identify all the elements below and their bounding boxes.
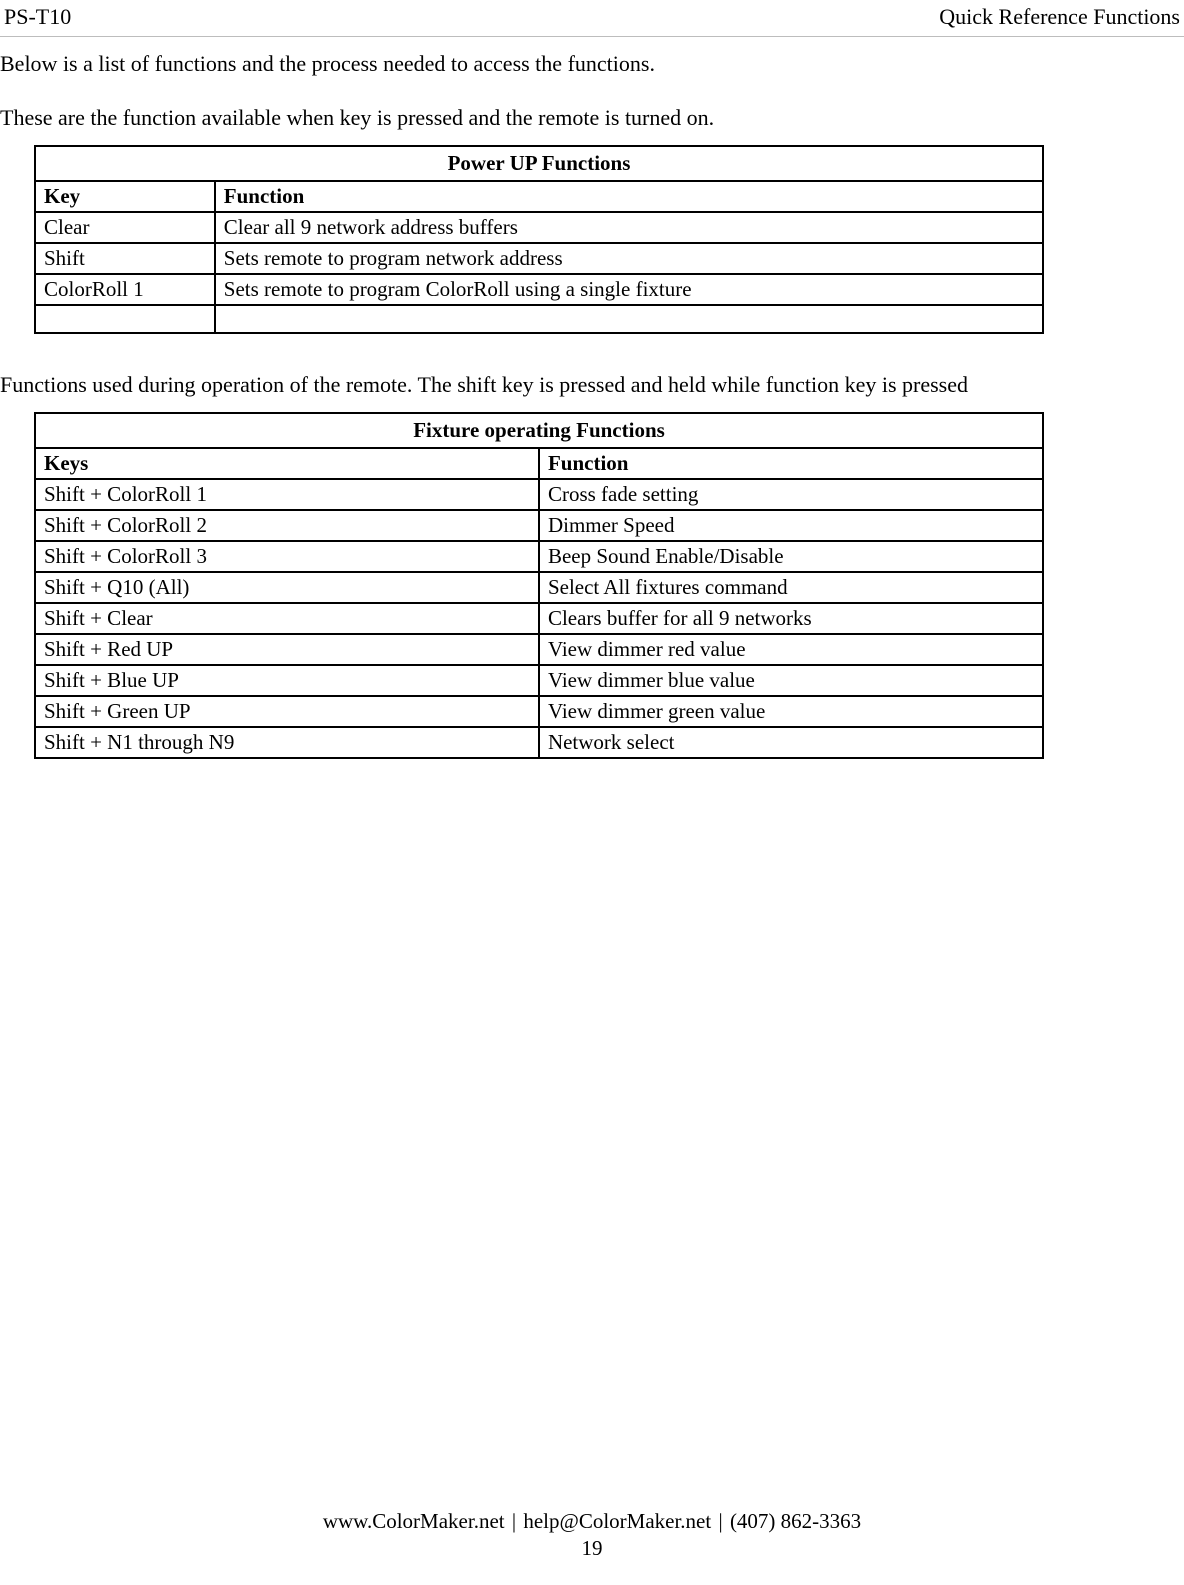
table1-title: Power UP Functions <box>35 146 1043 181</box>
page-header: PS-T10 Quick Reference Functions <box>0 0 1184 37</box>
table-row: Shift + Clear Clears buffer for all 9 ne… <box>35 603 1043 634</box>
table-row: Shift + ColorRoll 2 Dimmer Speed <box>35 510 1043 541</box>
cell-key: Clear <box>35 212 215 243</box>
page-footer: www.ColorMaker.net | help@ColorMaker.net… <box>0 1509 1184 1561</box>
table-row: Clear Clear all 9 network address buffer… <box>35 212 1043 243</box>
cell-key: Shift + Blue UP <box>35 665 539 696</box>
table-row: ColorRoll 1 Sets remote to program Color… <box>35 274 1043 305</box>
cell-function: Clear all 9 network address buffers <box>215 212 1043 243</box>
table2-col2-header: Function <box>539 448 1043 479</box>
table2-col1-header: Keys <box>35 448 539 479</box>
cell-key: Shift <box>35 243 215 274</box>
cell-function: Sets remote to program ColorRoll using a… <box>215 274 1043 305</box>
footer-website: www.ColorMaker.net <box>323 1509 505 1533</box>
cell-key: Shift + ColorRoll 3 <box>35 541 539 572</box>
cell-key: Shift + Green UP <box>35 696 539 727</box>
footer-separator: | <box>718 1509 722 1533</box>
cell-key: Shift + Red UP <box>35 634 539 665</box>
cell-function: Beep Sound Enable/Disable <box>539 541 1043 572</box>
table-row: Shift + Red UP View dimmer red value <box>35 634 1043 665</box>
intro-paragraph: Below is a list of functions and the pro… <box>0 51 1180 77</box>
footer-phone: (407) 862-3363 <box>730 1509 861 1533</box>
cell-function <box>215 305 1043 333</box>
cell-key: Shift + N1 through N9 <box>35 727 539 758</box>
fixture-operating-functions-table: Fixture operating Functions Keys Functio… <box>34 412 1044 759</box>
cell-key: Shift + Q10 (All) <box>35 572 539 603</box>
header-right: Quick Reference Functions <box>939 4 1180 30</box>
table1-col1-header: Key <box>35 181 215 212</box>
table-row: Shift + Green UP View dimmer green value <box>35 696 1043 727</box>
cell-function: View dimmer red value <box>539 634 1043 665</box>
cell-function: Cross fade setting <box>539 479 1043 510</box>
cell-function: View dimmer blue value <box>539 665 1043 696</box>
table2-title: Fixture operating Functions <box>35 413 1043 448</box>
table-row: Shift + N1 through N9 Network select <box>35 727 1043 758</box>
cell-key: Shift + Clear <box>35 603 539 634</box>
section1-lead: These are the function available when ke… <box>0 105 1180 131</box>
cell-function: Select All fixtures command <box>539 572 1043 603</box>
cell-function: Clears buffer for all 9 networks <box>539 603 1043 634</box>
table-row: Shift + Q10 (All) Select All fixtures co… <box>35 572 1043 603</box>
cell-function: Sets remote to program network address <box>215 243 1043 274</box>
cell-key: ColorRoll 1 <box>35 274 215 305</box>
table-row: Shift + ColorRoll 3 Beep Sound Enable/Di… <box>35 541 1043 572</box>
cell-key <box>35 305 215 333</box>
table-row: Shift + Blue UP View dimmer blue value <box>35 665 1043 696</box>
page-number: 19 <box>0 1536 1184 1561</box>
table-row <box>35 305 1043 333</box>
cell-key: Shift + ColorRoll 1 <box>35 479 539 510</box>
cell-key: Shift + ColorRoll 2 <box>35 510 539 541</box>
cell-function: View dimmer green value <box>539 696 1043 727</box>
table-row: Shift + ColorRoll 1 Cross fade setting <box>35 479 1043 510</box>
section2-lead: Functions used during operation of the r… <box>0 372 1180 398</box>
footer-separator: | <box>512 1509 516 1533</box>
cell-function: Network select <box>539 727 1043 758</box>
cell-function: Dimmer Speed <box>539 510 1043 541</box>
power-up-functions-table: Power UP Functions Key Function Clear Cl… <box>34 145 1044 334</box>
table-row: Shift Sets remote to program network add… <box>35 243 1043 274</box>
table1-col2-header: Function <box>215 181 1043 212</box>
header-left: PS-T10 <box>4 4 71 30</box>
footer-email: help@ColorMaker.net <box>523 1509 711 1533</box>
